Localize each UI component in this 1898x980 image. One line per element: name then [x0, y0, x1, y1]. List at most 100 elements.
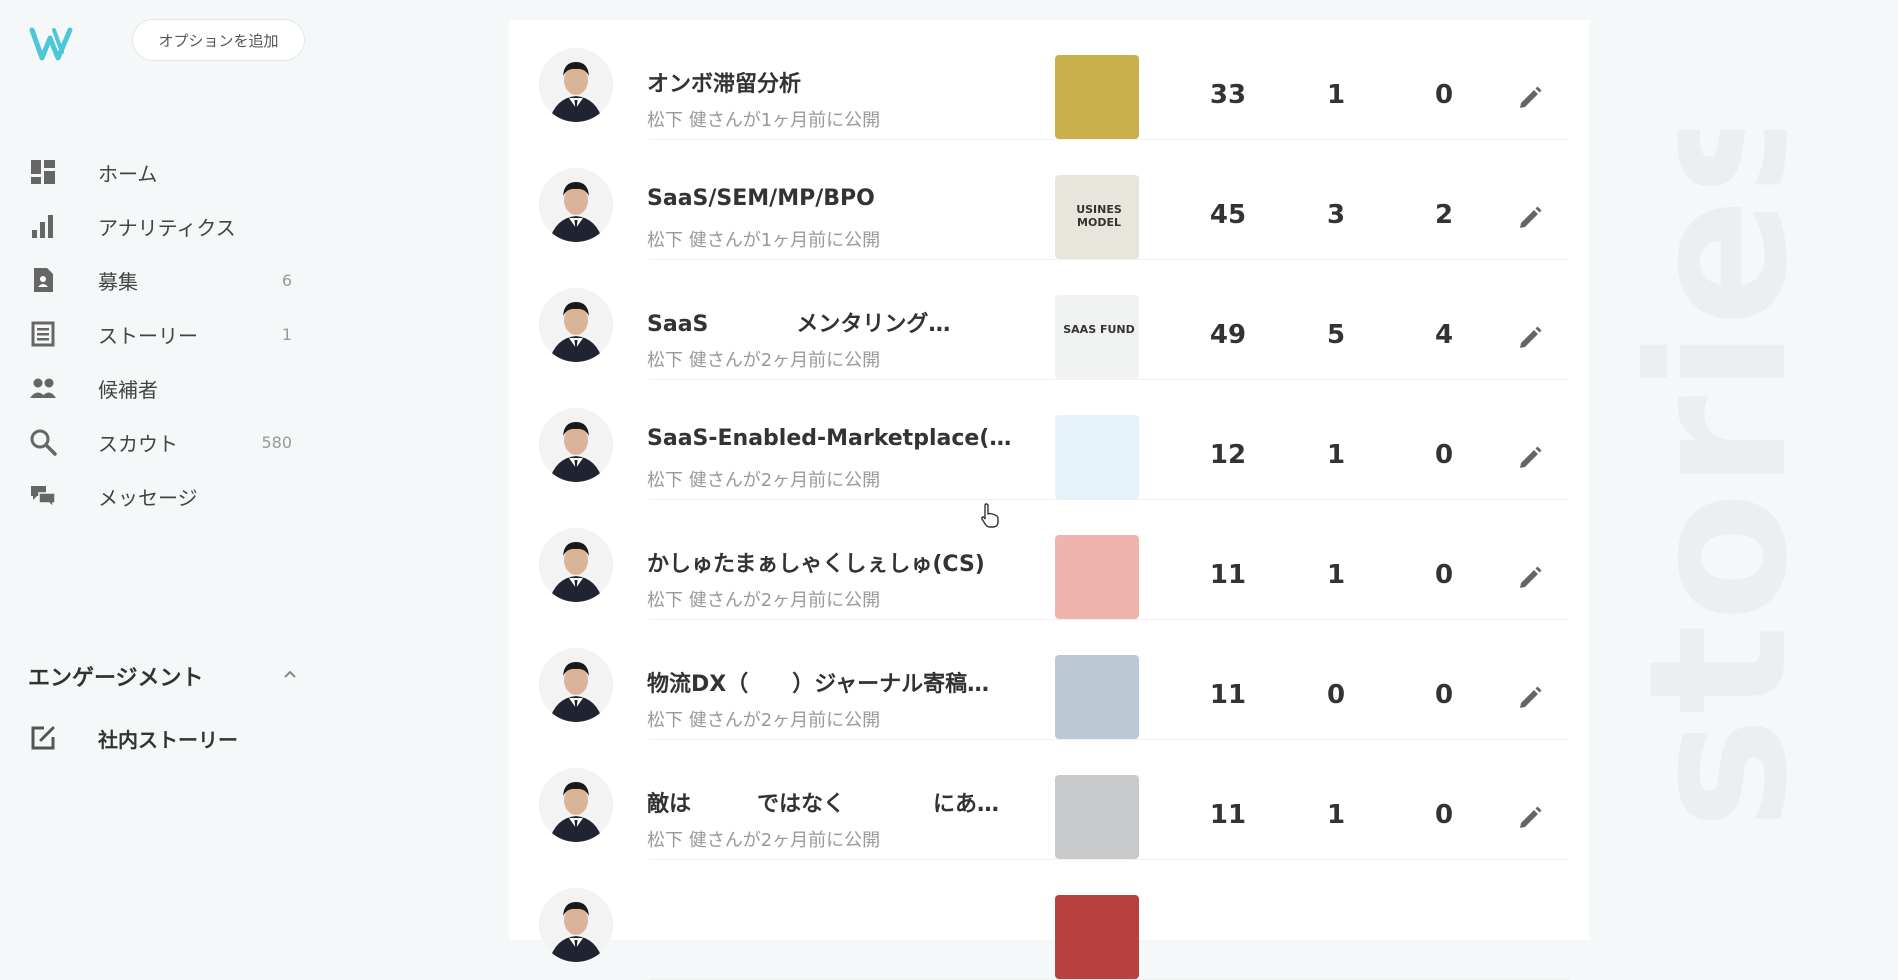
- sidebar-item-label: メッセージ: [98, 485, 198, 510]
- story-row[interactable]: SaaS/SEM/MP/BPO 松下 健さんが1ヶ月前に公開 USINES MO…: [509, 140, 1589, 260]
- story-title[interactable]: 物流DX（ ）ジャーナル寄稿…: [647, 666, 1027, 698]
- sidebar: オプションを追加 ホーム アナリティクス 募集 6 ストーリー 1 候補者 スカ…: [0, 0, 320, 912]
- story-row[interactable]: SaaS-Enabled-Marketplace(… 松下 健さんが2ヶ月前に公…: [509, 380, 1589, 500]
- mouse-cursor-icon: [979, 502, 1001, 528]
- avatar[interactable]: [539, 288, 613, 362]
- avatar[interactable]: [539, 648, 613, 722]
- story-views-count: 11: [1209, 680, 1247, 710]
- edit-pencil-icon[interactable]: [1516, 804, 1544, 832]
- sidebar-item-label: アナリティクス: [98, 215, 236, 240]
- story-thumbnail[interactable]: [1055, 535, 1139, 619]
- story-title[interactable]: オンボ滞留分析: [647, 66, 1027, 98]
- sidebar-item-label: ストーリー: [98, 323, 198, 348]
- edit-square-icon: [28, 723, 58, 753]
- story-published-info: 松下 健さんが2ヶ月前に公開: [647, 590, 881, 611]
- avatar[interactable]: [539, 888, 613, 962]
- sidebar-item-home[interactable]: ホーム: [0, 145, 320, 199]
- edit-pencil-icon[interactable]: [1516, 684, 1544, 712]
- sidebar-item-count: 580: [261, 432, 292, 452]
- story-likes-count: 5: [1326, 320, 1346, 350]
- story-row[interactable]: 物流DX（ ）ジャーナル寄稿… 松下 健さんが2ヶ月前に公開 11 0 0: [509, 620, 1589, 740]
- sidebar-item-scout[interactable]: スカウト 580: [0, 415, 320, 469]
- story-list: オンボ滞留分析 松下 健さんが1ヶ月前に公開 33 1 0 SaaS/SEM/M…: [509, 20, 1589, 980]
- story-likes-count: 3: [1326, 200, 1346, 230]
- sidebar-item-count: 6: [281, 270, 292, 290]
- edit-pencil-icon[interactable]: [1516, 564, 1544, 592]
- avatar[interactable]: [539, 528, 613, 602]
- people-icon: [28, 373, 58, 403]
- story-likes-count: 0: [1326, 680, 1346, 710]
- dashboard-icon: [28, 157, 58, 187]
- engagement-label: エンゲージメント: [28, 666, 204, 691]
- sidebar-item-stories[interactable]: ストーリー 1: [0, 307, 320, 361]
- sidebar-item-label: 候補者: [98, 377, 158, 402]
- story-published-info: 松下 健さんが2ヶ月前に公開: [647, 830, 881, 851]
- edit-pencil-icon[interactable]: [1516, 84, 1544, 112]
- sidebar-item-label: ホーム: [98, 161, 158, 186]
- chat-icon: [28, 481, 58, 511]
- wantedly-logo-icon[interactable]: [28, 24, 76, 64]
- story-thumbnail-text: USINES MODEL: [1076, 203, 1122, 229]
- edit-pencil-icon[interactable]: [1516, 204, 1544, 232]
- bar-chart-icon: [28, 211, 58, 241]
- story-likes-count: 1: [1326, 800, 1346, 830]
- story-title[interactable]: 敵は ではなく にあ…: [647, 786, 1027, 818]
- story-published-info: 松下 健さんが2ヶ月前に公開: [647, 470, 881, 491]
- story-likes-count: 1: [1326, 560, 1346, 590]
- story-published-info: 松下 健さんが1ヶ月前に公開: [647, 230, 881, 251]
- stories-watermark: stories: [1608, 130, 1829, 830]
- story-row[interactable]: オンボ滞留分析 松下 健さんが1ヶ月前に公開 33 1 0: [509, 20, 1589, 140]
- story-title[interactable]: かしゅたまぁしゃくしぇしゅ(CS): [647, 546, 1027, 578]
- add-option-button[interactable]: オプションを追加: [132, 19, 305, 61]
- engagement-section-header[interactable]: エンゲージメント: [28, 660, 298, 692]
- story-thumbnail[interactable]: [1055, 415, 1139, 499]
- edit-pencil-icon[interactable]: [1516, 444, 1544, 472]
- sidebar-item-inhouse-stories[interactable]: 社内ストーリー: [0, 711, 320, 765]
- article-icon: [28, 319, 58, 349]
- chevron-up-icon[interactable]: [282, 666, 298, 686]
- story-thumbnail[interactable]: [1055, 895, 1139, 979]
- story-row[interactable]: 敵は ではなく にあ… 松下 健さんが2ヶ月前に公開 11 1 0: [509, 740, 1589, 860]
- story-likes-count: 1: [1326, 80, 1346, 110]
- sidebar-item-candidates[interactable]: 候補者: [0, 361, 320, 415]
- story-views-count: 45: [1209, 200, 1247, 230]
- story-row[interactable]: かしゅたまぁしゃくしぇしゅ(CS) 松下 健さんが2ヶ月前に公開 11 1 0: [509, 500, 1589, 620]
- story-thumbnail[interactable]: SAAS FUND: [1055, 295, 1139, 379]
- story-thumbnail[interactable]: USINES MODEL: [1055, 175, 1139, 259]
- story-entries-count: 2: [1434, 200, 1454, 230]
- story-entries-count: 0: [1434, 560, 1454, 590]
- avatar[interactable]: [539, 408, 613, 482]
- story-entries-count: 0: [1434, 680, 1454, 710]
- sidebar-item-messages[interactable]: メッセージ: [0, 469, 320, 523]
- edit-pencil-icon[interactable]: [1516, 324, 1544, 352]
- story-views-count: 11: [1209, 800, 1247, 830]
- story-views-count: 49: [1209, 320, 1247, 350]
- story-views-count: 33: [1209, 80, 1247, 110]
- story-views-count: 12: [1209, 440, 1247, 470]
- sidebar-item-recruit[interactable]: 募集 6: [0, 253, 320, 307]
- story-thumbnail-text: SAAS FUND: [1063, 323, 1135, 336]
- search-icon: [28, 427, 58, 457]
- story-thumbnail[interactable]: [1055, 775, 1139, 859]
- avatar[interactable]: [539, 48, 613, 122]
- story-entries-count: 0: [1434, 800, 1454, 830]
- avatar[interactable]: [539, 768, 613, 842]
- document-icon: [28, 265, 58, 295]
- story-likes-count: 1: [1326, 440, 1346, 470]
- story-entries-count: 4: [1434, 320, 1454, 350]
- sidebar-item-label: 社内ストーリー: [98, 727, 238, 752]
- story-thumbnail[interactable]: [1055, 655, 1139, 739]
- story-row[interactable]: SaaS メンタリング… 松下 健さんが2ヶ月前に公開 SAAS FUND 49…: [509, 260, 1589, 380]
- avatar[interactable]: [539, 168, 613, 242]
- story-thumbnail[interactable]: [1055, 55, 1139, 139]
- story-entries-count: 0: [1434, 440, 1454, 470]
- story-views-count: 11: [1209, 560, 1247, 590]
- story-row[interactable]: [509, 860, 1589, 980]
- story-published-info: 松下 健さんが1ヶ月前に公開: [647, 110, 881, 131]
- story-title[interactable]: SaaS メンタリング…: [647, 306, 1027, 338]
- sidebar-item-analytics[interactable]: アナリティクス: [0, 199, 320, 253]
- story-title[interactable]: SaaS/SEM/MP/BPO: [647, 186, 1027, 211]
- story-title[interactable]: SaaS-Enabled-Marketplace(…: [647, 426, 1027, 451]
- sidebar-item-label: スカウト: [98, 431, 178, 456]
- story-published-info: 松下 健さんが2ヶ月前に公開: [647, 350, 881, 371]
